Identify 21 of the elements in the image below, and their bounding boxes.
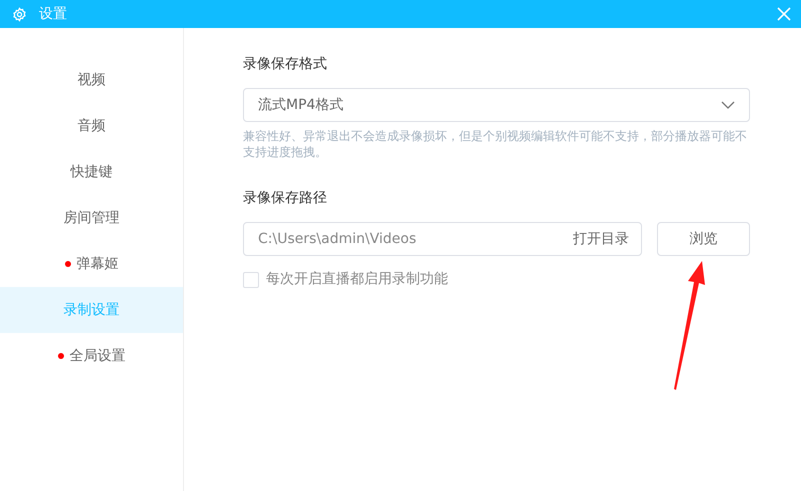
checkbox-label[interactable]: 每次开启直播都启用录制功能 — [266, 269, 448, 290]
window-title: 设置 — [39, 4, 67, 24]
item-label: 全局设置 — [70, 346, 126, 366]
section-label: 录像保存路径 — [243, 189, 328, 208]
checkbox[interactable] — [243, 272, 259, 288]
close-icon[interactable] — [777, 7, 791, 21]
sidebar-item[interactable]: 视频 — [0, 57, 183, 103]
section-label: 录像保存格式 — [243, 55, 328, 74]
item-label: 弹幕姬 — [76, 254, 118, 274]
settings-icon — [12, 6, 27, 22]
hint-text: 兼容性好、异常退出不会造成录像损坏，但是个别视频编辑软件可能不支持，部分播放器可能不支持进度拖拽。 — [243, 128, 748, 160]
sidebar-item[interactable]: 全局设置 — [0, 333, 183, 379]
sidebar-item[interactable]: 音频 — [0, 103, 183, 149]
open-folder-link[interactable]: 打开目录 — [573, 228, 629, 250]
sidebar-item[interactable]: 房间管理 — [0, 195, 183, 241]
format-dropdown[interactable]: 流式MP4格式 — [243, 88, 750, 122]
browse-button[interactable]: 浏览 — [657, 222, 750, 256]
sidebar-item[interactable]: 快捷键 — [0, 149, 183, 195]
chevron-down-icon — [721, 101, 735, 109]
path-field[interactable]: C:\Users\admin\Videos 打开目录 — [243, 222, 642, 256]
sidebar-item[interactable]: 弹幕姬 — [0, 241, 183, 287]
